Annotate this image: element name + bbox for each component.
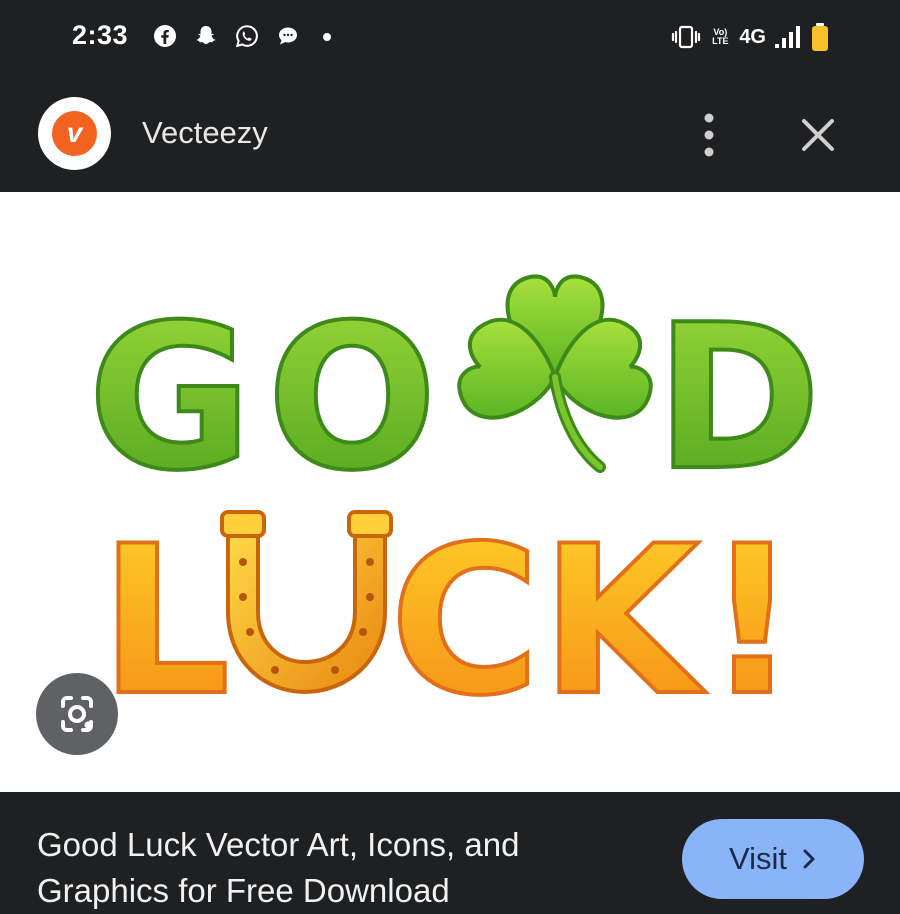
battery-icon [812, 23, 828, 51]
vibrate-icon [672, 25, 701, 49]
horseshoe-icon [220, 510, 393, 695]
snapchat-icon [196, 26, 216, 44]
word-good-o: O [267, 282, 437, 515]
image-preview[interactable]: G O D L C K ! [0, 192, 900, 792]
visit-button-label: Visit [728, 841, 787, 876]
word-luck-c: C [390, 503, 540, 741]
status-bar: 2:33 Vo) LTE 4G [0, 0, 900, 75]
more-options-icon[interactable] [690, 110, 728, 160]
close-icon[interactable] [796, 113, 840, 157]
word-luck-exclaim: ! [705, 503, 799, 741]
result-title[interactable]: Good Luck Vector Art, Icons, and Graphic… [37, 822, 637, 914]
network-type: 4G [739, 25, 766, 48]
dot-icon [323, 33, 331, 41]
visit-button[interactable]: Visit [682, 819, 864, 899]
good-luck-artwork: G O D L C K ! [86, 274, 823, 743]
google-lens-button[interactable] [36, 673, 118, 755]
site-name[interactable]: Vecteezy [142, 115, 268, 151]
site-logo[interactable]: v [38, 97, 111, 170]
word-good-g: G [88, 282, 252, 515]
shamrock-icon [457, 274, 653, 473]
word-good-d: D [655, 282, 821, 515]
lens-icon [61, 696, 93, 732]
word-luck-l: L [100, 503, 231, 741]
signal-icon [775, 26, 800, 48]
site-logo-letter: v [52, 111, 97, 156]
status-time: 2:33 [72, 20, 129, 50]
volte-indicator: Vo) LTE [712, 27, 729, 46]
status-indicators: Vo) LTE 4G [671, 22, 830, 52]
message-bubble-icon [279, 27, 297, 45]
result-footer: Good Luck Vector Art, Icons, and Graphic… [0, 792, 900, 909]
word-luck-k: K [541, 503, 707, 741]
facebook-icon [154, 25, 176, 47]
chevron-right-icon [803, 849, 815, 869]
whatsapp-icon [235, 25, 258, 48]
preview-header: v Vecteezy [0, 75, 900, 192]
